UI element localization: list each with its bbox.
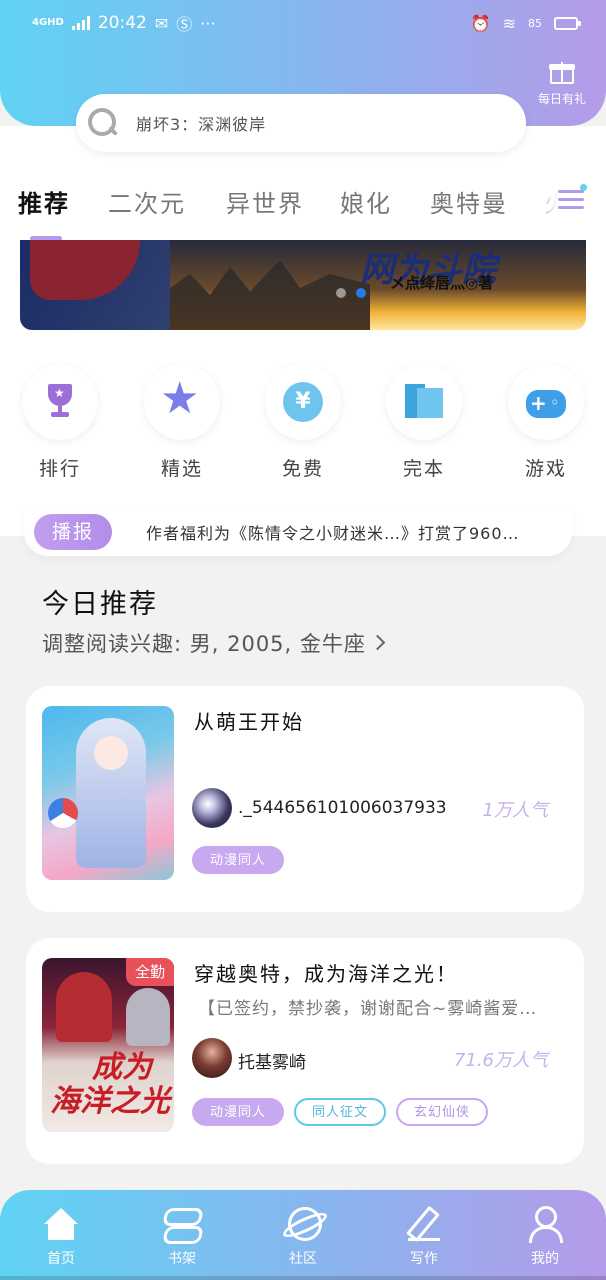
nav-write[interactable]: 写作 (384, 1206, 464, 1268)
battery-level: 85 (528, 16, 542, 30)
book-card[interactable]: 从萌王开始 ._544656101006037933 1万人气 动漫同人 (26, 686, 584, 912)
book-title: 穿越奥特，成为海洋之光！ (194, 962, 458, 986)
nav-community[interactable]: 社区 (263, 1206, 343, 1268)
category-tabs: 推荐 二次元 异世界 娘化 奥特曼 火 (0, 180, 606, 230)
reading-interest-link[interactable]: 调整阅读兴趣: 男, 2005, 金牛座 (42, 628, 386, 658)
gesture-bar[interactable] (0, 1276, 606, 1280)
author-name[interactable]: 托基雾崎 (238, 1048, 306, 1073)
tag-badge[interactable]: 动漫同人 (192, 1098, 285, 1126)
popularity-count: 71.6万人气 (453, 1050, 548, 1071)
quick-nav-label: 精选 (160, 458, 203, 480)
section-title: 今日推荐 (42, 589, 158, 620)
pen-icon (404, 1206, 444, 1242)
reading-interest-text: 调整阅读兴趣: 男, 2005, 金牛座 (42, 632, 366, 656)
book-title: 从萌王开始 (194, 710, 304, 734)
quick-nav-ranking[interactable]: 排行 (20, 364, 100, 481)
search-placeholder: 崩坏3：深渊彼岸 (136, 115, 267, 134)
quick-nav-label: 完本 (402, 458, 445, 480)
tag-list: 动漫同人 同人征文 玄幻仙侠 (192, 1098, 489, 1126)
daily-gift-button[interactable]: 每日有礼 (530, 60, 594, 107)
avatar[interactable] (192, 788, 232, 828)
quick-nav-label: 排行 (38, 458, 81, 480)
bottom-navigation: 首页 书架 社区 写作 我的 (0, 1190, 606, 1280)
banner-pagination (336, 288, 366, 298)
quick-nav-completed[interactable]: 完本 (384, 364, 464, 481)
quick-nav-free[interactable]: ¥ 免费 (263, 364, 343, 481)
tag-list: 动漫同人 (192, 846, 285, 874)
tag-badge[interactable]: 动漫同人 (192, 846, 285, 874)
tag-badge[interactable]: 玄幻仙侠 (396, 1098, 489, 1126)
home-icon (41, 1206, 81, 1242)
tab-genderbend[interactable]: 娘化 (340, 184, 392, 219)
s-app-icon: Ⓢ (176, 15, 193, 34)
tab-acg[interactable]: 二次元 (108, 184, 186, 219)
tab-ultraman[interactable]: 奥特曼 (430, 184, 508, 219)
star-icon: ★ (160, 373, 200, 424)
gift-icon (549, 60, 575, 84)
quick-nav-label: 游戏 (524, 458, 567, 480)
book-cover[interactable] (42, 706, 174, 880)
book-card[interactable]: 成为 海洋之光 全勤 穿越奥特，成为海洋之光！ 【已签约，禁抄袭，谢谢配合~雾崎… (26, 938, 584, 1164)
book-description: 【已签约，禁抄袭，谢谢配合~雾崎酱爱… (198, 999, 538, 1019)
yen-icon: ¥ (283, 382, 323, 422)
quick-nav-games[interactable]: 游戏 (506, 364, 586, 481)
planet-icon (283, 1206, 323, 1242)
book-icon (405, 384, 443, 418)
banner-author: メ点绛唇灬◎著 (390, 274, 494, 292)
status-bar: 4GHD 20:42 ✉ Ⓢ ··· ⏰ ≋ 85 (0, 8, 606, 38)
nav-label: 我的 (531, 1251, 559, 1267)
promo-banner[interactable]: 网为斗院 メ点绛唇灬◎著 (20, 240, 586, 330)
wechat-icon: ✉ (154, 13, 169, 33)
quick-nav-featured[interactable]: ★ 精选 (142, 364, 222, 481)
author-name[interactable]: ._544656101006037933 (238, 798, 447, 818)
clock: 20:42 (97, 13, 147, 33)
bookshelf-icon (162, 1206, 202, 1242)
category-menu-icon[interactable] (556, 184, 588, 214)
broadcast-bar[interactable]: 播报 作者福利为《陈情令之小财迷米…》打赏了960… (24, 508, 572, 556)
alarm-icon: ⏰ (470, 13, 491, 33)
nav-label: 社区 (289, 1251, 317, 1267)
tab-isekai[interactable]: 异世界 (226, 184, 304, 219)
nav-label: 写作 (410, 1251, 438, 1267)
search-bar[interactable]: 崩坏3：深渊彼岸 (76, 94, 526, 152)
avatar[interactable] (192, 1038, 232, 1078)
nav-home[interactable]: 首页 (21, 1206, 101, 1268)
tab-recommend[interactable]: 推荐 (18, 184, 70, 219)
tag-badge[interactable]: 同人征文 (294, 1098, 387, 1126)
broadcast-tag: 播报 (34, 514, 112, 550)
broadcast-text: 作者福利为《陈情令之小财迷米…》打赏了960… (146, 524, 520, 543)
battery-icon (554, 16, 581, 30)
more-dots-icon: ··· (200, 13, 216, 33)
full-attendance-badge: 全勤 (126, 958, 174, 986)
network-type: 4GHD (32, 17, 64, 28)
gamepad-icon (526, 390, 566, 418)
popularity-count: 1万人气 (482, 800, 548, 821)
nav-bookshelf[interactable]: 书架 (142, 1206, 222, 1268)
nav-label: 首页 (47, 1251, 75, 1267)
wifi-icon: ≋ (502, 13, 516, 33)
nav-label: 书架 (168, 1251, 196, 1267)
daily-gift-label: 每日有礼 (537, 92, 586, 106)
search-icon (88, 108, 118, 138)
signal-icon (71, 16, 90, 30)
user-icon (525, 1206, 565, 1243)
nav-profile[interactable]: 我的 (505, 1206, 585, 1268)
book-cover[interactable]: 成为 海洋之光 全勤 (42, 958, 174, 1132)
quick-nav-label: 免费 (281, 458, 324, 480)
cover-text: 海洋之光 (50, 1084, 170, 1119)
chevron-right-icon (369, 634, 386, 651)
